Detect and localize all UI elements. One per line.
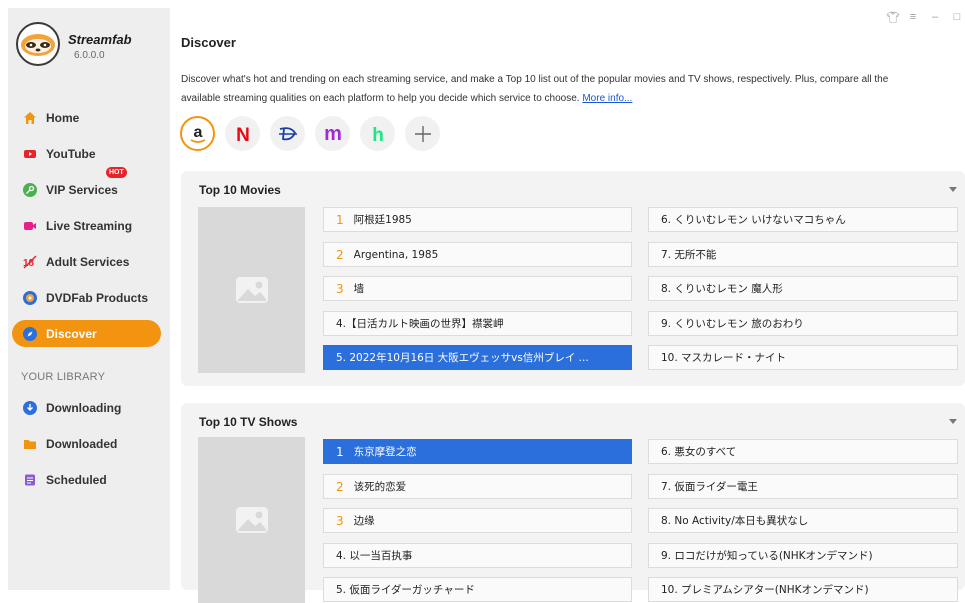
hot-badge: HOT	[106, 167, 127, 178]
app-logo: Streamfab 6.0.0.0	[16, 22, 166, 72]
image-placeholder-icon	[235, 507, 268, 533]
add-icon[interactable]	[405, 116, 440, 151]
image-placeholder-icon	[235, 277, 268, 303]
sidebar-item-label: VIP Services	[46, 182, 118, 197]
maximize-icon[interactable]: □	[952, 11, 962, 24]
folder-icon	[23, 437, 37, 451]
sidebar-item-label: Discover	[46, 326, 97, 341]
sidebar-item-scheduled[interactable]: Scheduled	[12, 466, 161, 493]
shirt-icon[interactable]: 👕︎	[886, 11, 900, 24]
netflix-icon[interactable]: N	[225, 116, 260, 151]
sidebar-item-dvdfab-products[interactable]: DVDFab Products	[12, 284, 161, 311]
key-icon	[23, 182, 37, 197]
disney-icon[interactable]	[270, 116, 305, 151]
sidebar-item-downloaded[interactable]: Downloaded	[12, 430, 161, 457]
collapse-icon[interactable]	[949, 187, 957, 192]
sidebar-item-youtube[interactable]: YouTube	[12, 140, 161, 167]
svg-text:N: N	[236, 125, 250, 144]
movie-item-5[interactable]: 5. 2022年10月16日 大阪エヴェッサvs信州ブレイ ...	[323, 345, 632, 370]
sloth-logo-icon	[16, 22, 60, 66]
sidebar-item-label: Home	[46, 110, 80, 125]
show-item-7[interactable]: 7. 仮面ライダー電王	[648, 474, 958, 499]
movie-item-3[interactable]: 3墙	[323, 276, 632, 301]
compass-icon	[23, 326, 37, 341]
menu-icon[interactable]: ≡	[908, 11, 918, 24]
adult-icon: 18	[23, 255, 37, 269]
sidebar-item-live-streaming[interactable]: Live Streaming	[12, 212, 161, 239]
download-icon	[23, 400, 37, 415]
sidebar-item-label: Adult Services	[46, 254, 130, 269]
movie-item-10[interactable]: 10. マスカレード・ナイト	[648, 345, 958, 370]
sidebar-item-vip-services[interactable]: VIP Services HOT	[12, 167, 161, 203]
minimize-icon[interactable]: –	[930, 11, 940, 24]
show-item-4[interactable]: 4. 以一当百执事	[323, 543, 632, 568]
app-name: Streamfab	[68, 32, 132, 47]
show-item-6[interactable]: 6. 悪女のすべて	[648, 439, 958, 464]
home-icon	[23, 111, 37, 125]
sidebar-item-label: Downloading	[46, 400, 122, 415]
schedule-icon	[23, 473, 37, 487]
sidebar-item-adult-services[interactable]: 18 Adult Services	[12, 248, 161, 275]
svg-text:h: h	[372, 125, 384, 144]
top-shows-panel: Top 10 TV Shows 1 东京摩登之恋 2 该死的恋爱 3 边缘 4. 以一…	[181, 403, 965, 603]
movie-item-2[interactable]: 2 Argentina, 1985	[323, 242, 632, 267]
sidebar-item-discover[interactable]: Discover	[12, 320, 161, 347]
section-title: Top 10 TV Shows	[199, 415, 298, 429]
dvdfab-icon	[23, 290, 37, 305]
poster-placeholder	[198, 207, 305, 373]
sidebar-item-downloading[interactable]: Downloading	[12, 394, 161, 421]
movie-item-1[interactable]: 1 阿根廷1985	[323, 207, 632, 232]
show-item-8[interactable]: 8. No Activity/本日も異状なし	[648, 508, 958, 533]
movie-item-7[interactable]: 7. 无所不能	[648, 242, 958, 267]
collapse-icon[interactable]	[949, 419, 957, 424]
service-selector: a N m h	[180, 116, 440, 151]
hulu-icon[interactable]: h	[360, 116, 395, 151]
show-item-9[interactable]: 9. ロコだけが知っている(NHKオンデマンド)	[648, 543, 958, 568]
sidebar-item-label: YouTube	[46, 146, 96, 161]
page-title: Discover	[181, 35, 236, 50]
top-movies-panel: Top 10 Movies 1 阿根廷1985 2 Argentina, 1985 …	[181, 171, 965, 386]
max-icon[interactable]: m	[315, 116, 350, 151]
sidebar-item-label: Downloaded	[46, 436, 118, 451]
description-line-1: Discover what's hot and trending on each…	[181, 74, 889, 85]
svg-text:m: m	[324, 124, 342, 144]
youtube-icon	[23, 147, 37, 161]
show-item-3[interactable]: 3 边缘	[323, 508, 632, 533]
show-item-2[interactable]: 2 该死的恋爱	[323, 474, 632, 499]
section-title: Top 10 Movies	[199, 183, 281, 197]
page-description: Discover what's hot and trending on each…	[181, 70, 965, 108]
sidebar-item-label: Live Streaming	[46, 218, 133, 233]
sidebar-item-label: Scheduled	[46, 472, 107, 487]
description-line-2: available streaming qualities on each pl…	[181, 93, 580, 104]
more-info-link[interactable]: More info...	[582, 93, 632, 104]
sidebar-item-home[interactable]: Home	[12, 104, 161, 131]
poster-placeholder	[198, 437, 305, 603]
app-version: 6.0.0.0	[74, 50, 105, 61]
movie-item-6[interactable]: 6. くりいむレモン いけないマコちゃん	[648, 207, 958, 232]
movie-item-4[interactable]: 4.【日活カルト映画の世界】襟裳岬	[323, 311, 632, 336]
movie-item-9[interactable]: 9. くりいむレモン 旅のおわり	[648, 311, 958, 336]
show-item-1[interactable]: 1 东京摩登之恋	[323, 439, 632, 464]
svg-text:a: a	[193, 124, 202, 141]
live-icon	[23, 219, 37, 233]
movie-item-8[interactable]: 8. くりいむレモン 魔人形	[648, 276, 958, 301]
window-controls: 👕︎ ≡ – □	[886, 11, 962, 24]
sidebar-item-label: DVDFab Products	[46, 290, 149, 305]
library-section-title: YOUR LIBRARY	[21, 371, 106, 383]
amazon-icon[interactable]: a	[180, 116, 215, 151]
sidebar: Streamfab 6.0.0.0 Home YouTube VIP Servi…	[8, 8, 170, 590]
